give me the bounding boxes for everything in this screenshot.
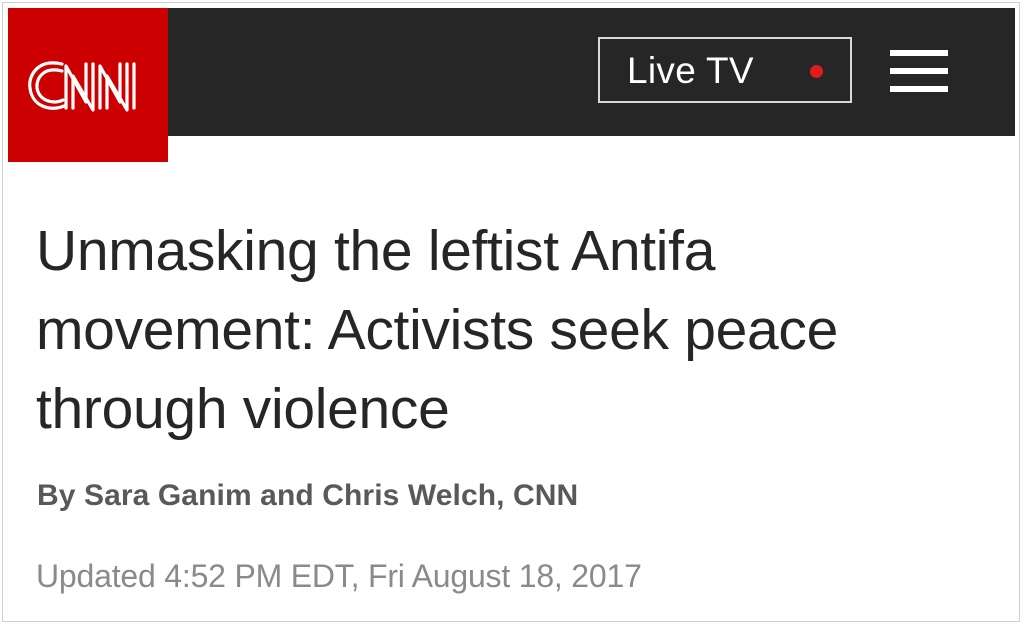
cnn-logo[interactable] bbox=[8, 8, 168, 162]
cnn-logo-icon bbox=[28, 61, 136, 112]
menu-line bbox=[890, 68, 948, 74]
menu-line bbox=[890, 50, 948, 56]
menu-line bbox=[890, 86, 948, 92]
hamburger-menu-icon[interactable] bbox=[890, 50, 948, 92]
live-tv-label: Live TV bbox=[627, 49, 754, 91]
article-headline: Unmasking the leftist Antifa movement: A… bbox=[36, 219, 839, 441]
article-byline: By Sara Ganim and Chris Welch, CNN bbox=[37, 479, 579, 512]
live-tv-button[interactable]: Live TV bbox=[598, 37, 852, 103]
live-indicator-dot-icon bbox=[810, 65, 823, 78]
article-updated-timestamp: Updated 4:52 PM EDT, Fri August 18, 2017 bbox=[36, 558, 642, 594]
